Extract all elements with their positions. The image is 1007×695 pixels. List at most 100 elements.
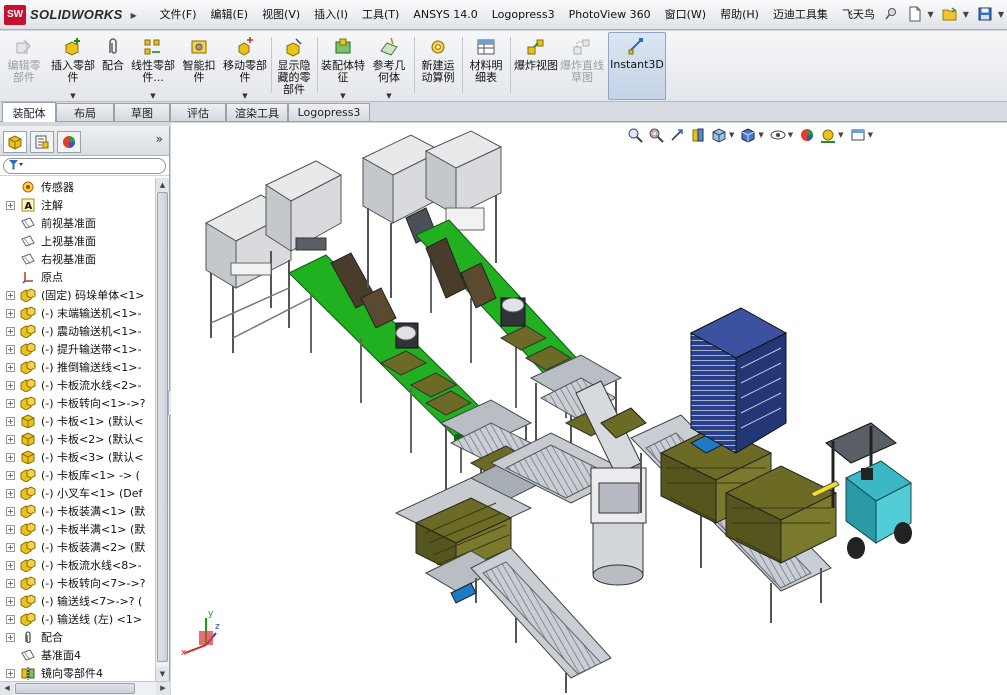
tree-item[interactable]: + (固定) 码垛单体<1>	[0, 286, 155, 304]
tree-item[interactable]: + (-) 卡板装满<1> (默	[0, 502, 155, 520]
horizontal-scroll-thumb[interactable]	[15, 683, 135, 694]
view-settings-icon[interactable]	[849, 126, 867, 144]
tree-item[interactable]: + (-) 卡板转向<1>->?	[0, 394, 155, 412]
menu-window[interactable]: 窗口(W)	[658, 4, 713, 26]
tree-expand-plus-icon[interactable]: +	[6, 398, 15, 408]
scroll-right-arrow-icon[interactable]: ▶	[156, 682, 170, 695]
tree-item[interactable]: + 镜向零部件4	[0, 664, 155, 681]
tree-expand-plus-icon[interactable]: +	[6, 470, 15, 480]
edit-component-button[interactable]: 编辑零部件	[4, 34, 44, 98]
graphics-viewport[interactable]: ▼ ▼ ▼ ▼ ▼ x y z	[171, 123, 1007, 695]
left-exit-conveyor[interactable]	[450, 547, 612, 693]
tree-item[interactable]: 传感器	[0, 178, 155, 196]
tree-item[interactable]: + (-) 卡板半满<1> (默	[0, 520, 155, 538]
display-style-dropdown-icon[interactable]: ▼	[758, 131, 763, 139]
assembly-features-button[interactable]: 装配体特征 ▼	[320, 34, 366, 100]
menu-view[interactable]: 视图(V)	[255, 4, 307, 26]
exploded-view-button[interactable]: 爆炸视图	[513, 34, 559, 98]
hide-show-items-icon[interactable]	[769, 126, 787, 144]
previous-view-icon[interactable]	[668, 126, 686, 144]
linear-pattern-dropdown-icon[interactable]: ▼	[150, 92, 155, 100]
vertical-scroll-thumb[interactable]	[157, 192, 168, 662]
section-view-icon[interactable]	[689, 126, 707, 144]
tree-item[interactable]: + (-) 输送线 (左) <1>	[0, 610, 155, 628]
tab-logopress3[interactable]: Logopress3	[288, 103, 370, 121]
tree-item[interactable]: + A 注解	[0, 196, 155, 214]
menu-logopress[interactable]: Logopress3	[485, 4, 562, 26]
tree-expand-plus-icon[interactable]: +	[6, 524, 15, 534]
tree-item[interactable]: + (-) 卡板装满<2> (默	[0, 538, 155, 556]
assembly-features-dropdown-icon[interactable]: ▼	[340, 92, 345, 100]
appearance-tab[interactable]	[57, 131, 81, 153]
menu-photoview[interactable]: PhotoView 360	[562, 4, 658, 26]
insert-components-button[interactable]: 插入零部件 ▼	[50, 34, 96, 100]
tab-layout[interactable]: 布局	[56, 103, 114, 121]
filter-funnel-icon[interactable]	[8, 159, 24, 174]
menu-feitianniao[interactable]: 飞天鸟	[835, 4, 882, 26]
new-dropdown-icon[interactable]: ▼	[928, 10, 934, 19]
tab-render-tools[interactable]: 渲染工具	[226, 103, 288, 121]
tree-item[interactable]: + (-) 卡板流水线<8>-	[0, 556, 155, 574]
apply-scene-icon[interactable]	[819, 126, 837, 144]
tree-expand-plus-icon[interactable]: +	[6, 344, 15, 354]
panel-expand-icon[interactable]: »	[156, 132, 163, 146]
insert-components-dropdown-icon[interactable]: ▼	[70, 92, 75, 100]
move-component-button[interactable]: 移动零部件 ▼	[222, 34, 268, 100]
tree-item[interactable]: + (-) 末端输送机<1>-	[0, 304, 155, 322]
explode-line-sketch-button[interactable]: 爆炸直线草图	[559, 34, 605, 98]
tree-expand-plus-icon[interactable]: +	[6, 632, 15, 642]
tree-expand-plus-icon[interactable]: +	[6, 380, 15, 390]
save-dropdown-icon[interactable]: ▼	[998, 10, 1004, 19]
tree-item[interactable]: + (-) 卡板流水线<2>-	[0, 376, 155, 394]
menu-help[interactable]: 帮助(H)	[713, 4, 766, 26]
tree-item[interactable]: + 配合	[0, 628, 155, 646]
tree-expand-plus-icon[interactable]: +	[6, 668, 15, 678]
tree-item[interactable]: + (-) 卡板<2> (默认<	[0, 430, 155, 448]
menu-ansys[interactable]: ANSYS 14.0	[406, 4, 484, 26]
tree-horizontal-scrollbar[interactable]: ◀ ▶	[0, 681, 170, 695]
tree-expand-plus-icon[interactable]: +	[6, 326, 15, 336]
tree-expand-plus-icon[interactable]: +	[6, 560, 15, 570]
linear-pattern-button[interactable]: 线性零部件... ▼	[130, 34, 176, 100]
tree-expand-plus-icon[interactable]: +	[6, 506, 15, 516]
view-settings-dropdown-icon[interactable]: ▼	[868, 131, 873, 139]
pallet-rack[interactable]	[689, 307, 788, 454]
tree-expand-plus-icon[interactable]: +	[6, 542, 15, 552]
tree-item[interactable]: + (-) 卡板库<1> -> (	[0, 466, 155, 484]
open-folder-icon[interactable]	[939, 3, 961, 25]
property-manager-tab[interactable]	[30, 131, 54, 153]
pin-icon[interactable]	[880, 3, 902, 25]
mate-button[interactable]: 配合	[98, 34, 128, 98]
tree-expand-plus-icon[interactable]: +	[6, 452, 15, 462]
tree-item[interactable]: + (-) 输送线<7>->? (	[0, 592, 155, 610]
tree-expand-plus-icon[interactable]: +	[6, 362, 15, 372]
bill-of-materials-button[interactable]: 材料明细表	[465, 34, 507, 98]
new-motion-study-button[interactable]: 新建运动算例	[417, 34, 459, 98]
tree-item[interactable]: 右视基准面	[0, 250, 155, 268]
zoom-to-fit-icon[interactable]	[626, 126, 644, 144]
scroll-down-arrow-icon[interactable]: ▼	[156, 667, 169, 681]
tree-item[interactable]: + (-) 震动输送机<1>-	[0, 322, 155, 340]
tree-item[interactable]: 基准面4	[0, 646, 155, 664]
tree-item[interactable]: + (-) 小叉车<1> (Def	[0, 484, 155, 502]
tree-item[interactable]: + (-) 卡板转向<7>->?	[0, 574, 155, 592]
tab-sketch[interactable]: 草图	[114, 103, 170, 121]
tree-filter-input[interactable]	[3, 158, 166, 174]
display-style-icon[interactable]	[739, 126, 757, 144]
tree-expand-plus-icon[interactable]: +	[6, 434, 15, 444]
tab-assembly[interactable]: 装配体	[2, 102, 56, 122]
move-component-dropdown-icon[interactable]: ▼	[242, 92, 247, 100]
menu-insert[interactable]: 插入(I)	[307, 4, 355, 26]
tree-item[interactable]: + (-) 推倒输送线<1>-	[0, 358, 155, 376]
apply-scene-dropdown-icon[interactable]: ▼	[838, 131, 843, 139]
tree-item[interactable]: 上视基准面	[0, 232, 155, 250]
smart-fasteners-button[interactable]: 智能扣件	[178, 34, 220, 98]
new-document-icon[interactable]	[904, 3, 926, 25]
tree-item[interactable]: 原点	[0, 268, 155, 286]
menu-edit[interactable]: 编辑(E)	[204, 4, 256, 26]
menu-maidi-tools[interactable]: 迈迪工具集	[766, 4, 835, 26]
hide-show-dropdown-icon[interactable]: ▼	[788, 131, 793, 139]
tab-evaluate[interactable]: 评估	[170, 103, 226, 121]
zoom-to-area-icon[interactable]	[647, 126, 665, 144]
reference-geometry-button[interactable]: 参考几何体 ▼	[368, 34, 410, 100]
